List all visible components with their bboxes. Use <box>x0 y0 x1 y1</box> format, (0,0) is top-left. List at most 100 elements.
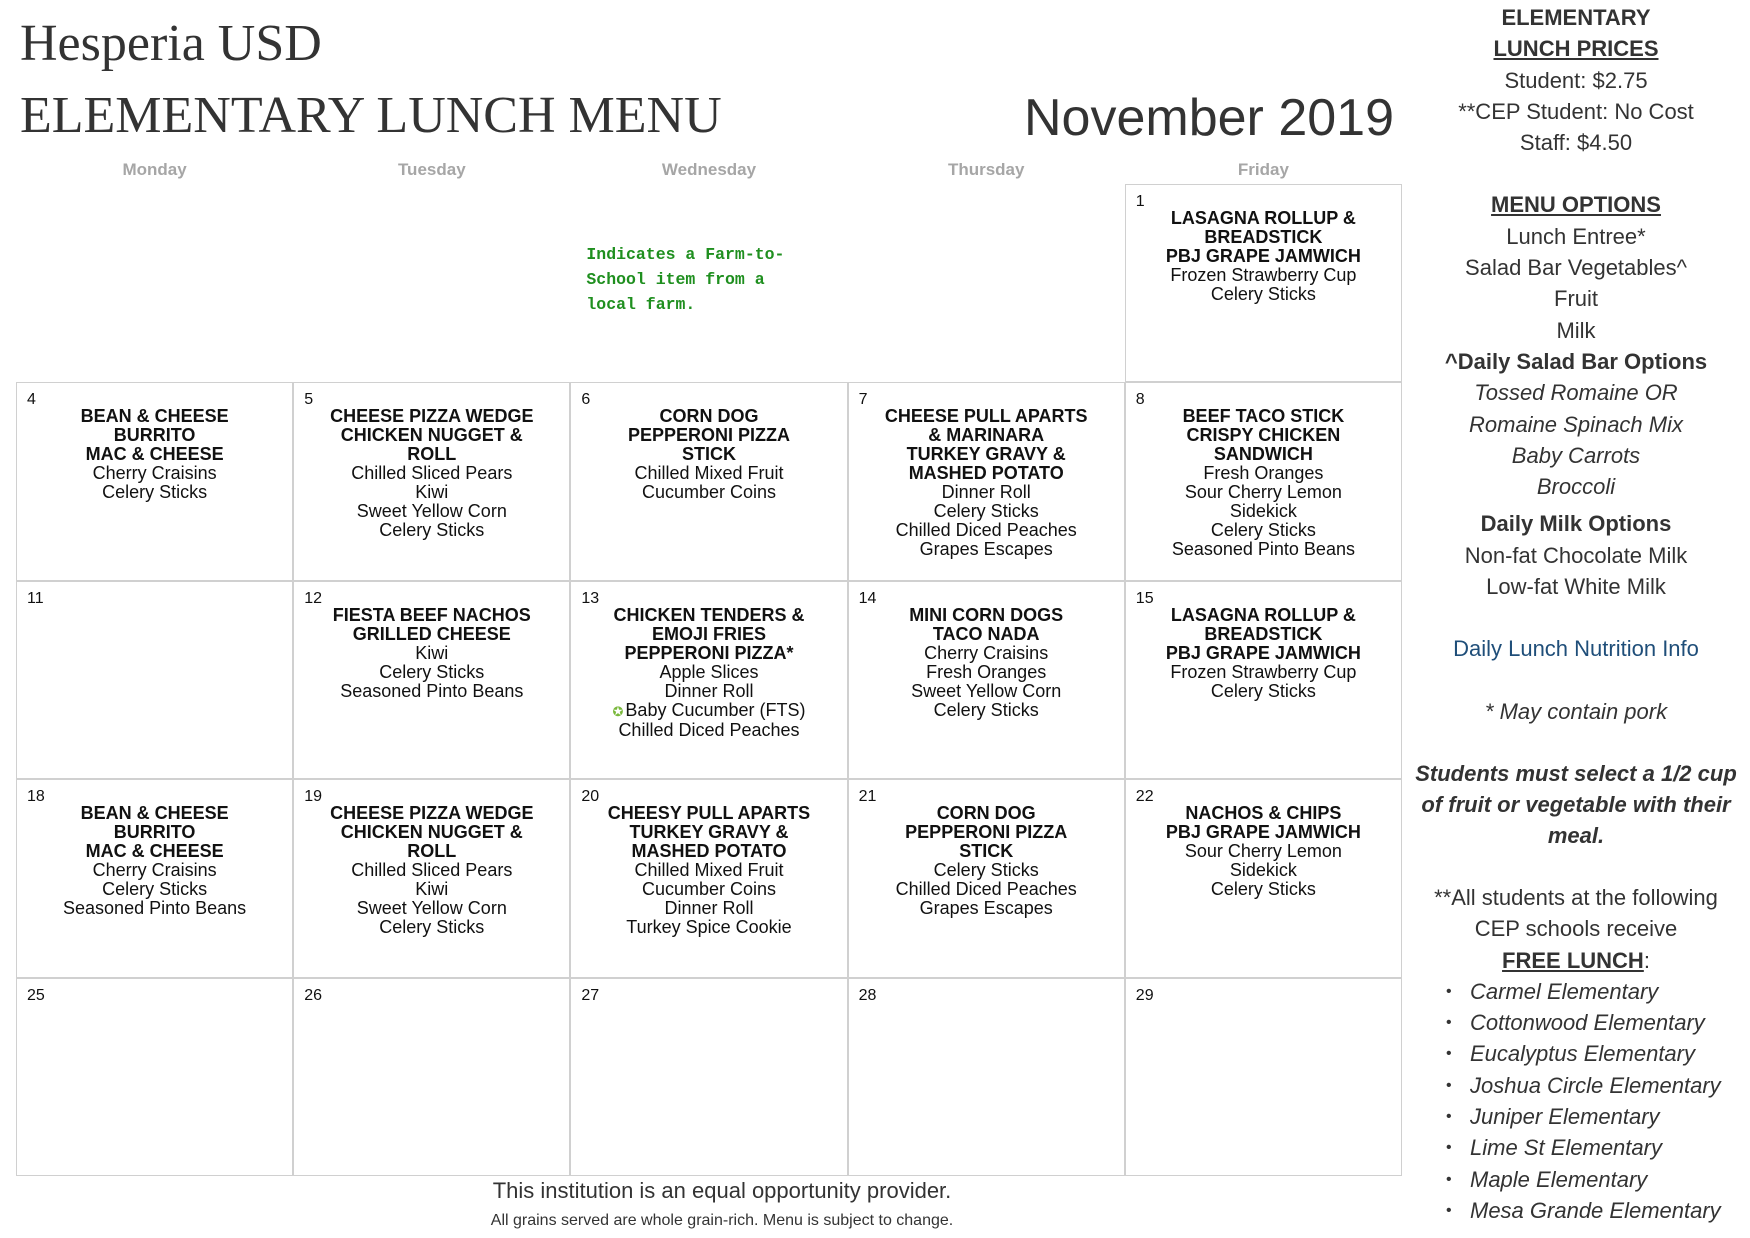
side-item-label: Chilled Diced Peaches <box>895 879 1077 900</box>
entree-item: TURKEY GRAVY & <box>629 822 789 843</box>
side-item: Celery Sticks <box>21 880 288 899</box>
entree-item: ROLL <box>407 444 457 465</box>
side-item-label: Grapes Escapes <box>919 898 1053 919</box>
side-item-label: Celery Sticks <box>379 917 485 938</box>
entree-item: CHEESE PIZZA WEDGE <box>330 406 534 427</box>
month-title: November 2019 <box>1024 89 1394 147</box>
side-item: Celery Sticks <box>1130 521 1397 540</box>
entree-item: LASAGNA ROLLUP & <box>1170 208 1356 228</box>
entree-item: GRILLED CHEESE <box>352 623 511 644</box>
entree-item: CHEESE PIZZA WEDGE <box>330 803 534 824</box>
side-item-label: Turkey Spice Cookie <box>626 917 792 938</box>
entree-item: MAC & CHEESE <box>85 841 224 862</box>
entree-item: PEPPERONI PIZZA <box>627 425 790 446</box>
side-item: Celery Sticks <box>1130 680 1397 701</box>
student-price: Student: $2.75 <box>1504 67 1648 93</box>
day-menu: LASAGNA ROLLUP & BREADSTICK PBJ GRAPE JAMW… <box>1126 582 1401 701</box>
day-number: 20 <box>581 788 600 806</box>
milk-option: Non-fat Chocolate Milk <box>1464 542 1688 568</box>
side-item-label: Celery Sticks <box>1210 879 1316 900</box>
side-item: Frozen Strawberry Cup <box>1130 266 1397 285</box>
milk-option: Low-fat White Milk <box>1486 574 1666 600</box>
cep-price: **CEP Student: No Cost <box>1458 98 1694 124</box>
day-number: 18 <box>27 788 45 806</box>
cep-school-item: Cottonwood Elementary <box>1446 1007 1748 1039</box>
day-cell: 5 CHEESE PIZZA WEDGE CHICKEN NUGGET & ROLL C… <box>293 382 571 581</box>
side-item-label: Chilled Sliced Pears <box>351 860 513 881</box>
day-menu: CHEESE PIZZA WEDGE CHICKEN NUGGET & ROLL Ch… <box>294 780 569 937</box>
day-cell: 22 NACHOS & CHIPS PBJ GRAPE JAMWICH Sour Ch… <box>1124 779 1402 978</box>
day-menu: FIESTA BEEF NACHOS GRILLED CHEESE Kiwi Cele… <box>294 582 569 701</box>
side-item-label: Celery Sticks <box>102 482 208 503</box>
entree-item: CHICKEN NUGGET & <box>340 822 523 843</box>
cep-school-item: Carmel Elementary <box>1446 976 1748 1008</box>
entree-item: TURKEY GRAVY & <box>906 444 1066 465</box>
day-number: 28 <box>858 986 877 1004</box>
entree-item: BEAN & CHEESE <box>80 803 229 824</box>
day-number: 11 <box>27 589 44 607</box>
day-cell: 7 CHEESE PULL APARTS & MARINARA TURKEY GRAV… <box>847 382 1125 581</box>
side-item-label: Fresh Oranges <box>1203 463 1324 484</box>
day-number: 1 <box>1135 193 1145 210</box>
side-item-label: Celery Sticks <box>933 860 1039 881</box>
free-lunch-heading: FREE LUNCH <box>1502 947 1644 973</box>
weekday-thursday: Thursday <box>947 160 1025 179</box>
grain-notice: All grains served are whole grain-rich. … <box>490 1212 954 1229</box>
blank-day-cell <box>293 184 570 382</box>
side-item-label: Celery Sticks <box>1210 520 1316 541</box>
entree-item: STICK <box>681 444 736 465</box>
day-number: 21 <box>858 788 877 806</box>
entree-item: & MARINARA <box>928 425 1045 446</box>
side-item: Seasoned Pinto Beans <box>21 899 288 918</box>
day-cell: 25 <box>16 977 294 1176</box>
entree-item: PBJ GRAPE JAMWICH <box>1165 822 1361 843</box>
side-item: Chilled Diced Peaches <box>853 880 1120 899</box>
side-item: Celery Sticks <box>853 699 1120 720</box>
side-item-label: Chilled Mixed Fruit <box>634 860 784 881</box>
side-item-label: Kiwi <box>415 642 449 663</box>
day-cell: 21 CORN DOG PEPPERONI PIZZA STICK Celery Sti… <box>847 779 1125 978</box>
cep-school-item: Juniper Elementary <box>1446 1101 1748 1133</box>
side-item: Kiwi <box>298 483 565 502</box>
entree-item: PEPPERONI PIZZA <box>905 822 1068 843</box>
day-cell: 19 CHEESE PIZZA WEDGE CHICKEN NUGGET & ROLL… <box>293 779 571 978</box>
side-item-label: Celery Sticks <box>102 879 208 900</box>
entree-item: BREADSTICK <box>1204 623 1323 644</box>
side-item: Chilled Sliced Pears <box>298 464 565 483</box>
side-item-label: Dinner Roll <box>941 482 1031 503</box>
nutrition-info-link[interactable]: Daily Lunch Nutrition Info <box>1404 633 1748 664</box>
side-item: Chilled Sliced Pears <box>298 861 565 880</box>
day-menu: CHEESE PIZZA WEDGE CHICKEN NUGGET & ROLL Ch… <box>294 383 569 540</box>
side-item: Turkey Spice Cookie <box>575 918 842 937</box>
day-menu: CHEESY PULL APARTS TURKEY GRAVY & MASHED P… <box>571 780 846 937</box>
prices-subheading: LUNCH PRICES <box>1493 36 1659 62</box>
entree-item: ROLL <box>407 841 457 862</box>
side-item-label: Celery Sticks <box>933 699 1039 720</box>
cep-school-item: Maple Elementary <box>1446 1164 1748 1196</box>
side-item-label: Sour Cherry Lemon <box>1184 841 1342 862</box>
entree-item: CHEESE PULL APARTS <box>884 406 1088 427</box>
entree-item: MASHED POTATO <box>631 841 787 862</box>
side-item-label: Sweet Yellow Corn <box>356 898 507 919</box>
blank-day-cell <box>848 184 1125 382</box>
entree-item: BURRITO <box>113 425 196 446</box>
day-menu: BEEF TACO STICK CRISPY CHICKEN SANDWICH Fre… <box>1126 383 1401 559</box>
side-item-label: Kiwi <box>415 482 449 503</box>
entree-item: CHEESY PULL APARTS <box>607 803 811 824</box>
farm-to-school-icon: ✪ <box>612 703 624 719</box>
side-item-label: Sour Cherry Lemon <box>1184 482 1342 503</box>
cep-school-item: Mesa Grande Elementary <box>1446 1195 1748 1227</box>
side-item: Chilled Mixed Fruit <box>575 464 842 483</box>
cep-note-line1: **All students at the following <box>1434 884 1718 910</box>
day-menu: BEAN & CHEESE BURRITO MAC & CHEESE Cherry C… <box>17 383 292 502</box>
day-cell: 15 LASAGNA ROLLUP & BREADSTICK PBJ GRAPE JA… <box>1124 580 1402 780</box>
day-menu <box>849 979 1124 1003</box>
day-number: 26 <box>304 986 322 1004</box>
district-name: Hesperia USD <box>20 15 322 72</box>
side-item: Celery Sticks <box>1130 880 1397 899</box>
day-menu <box>17 582 292 606</box>
side-item-label: Celery Sticks <box>1210 680 1316 701</box>
side-item-label: Celery Sticks <box>379 661 485 682</box>
entree-item: MASHED POTATO <box>908 463 1064 484</box>
day-menu: LASAGNA ROLLUP & BREADSTICK PBJ GRAPE JAMW… <box>1126 185 1401 304</box>
